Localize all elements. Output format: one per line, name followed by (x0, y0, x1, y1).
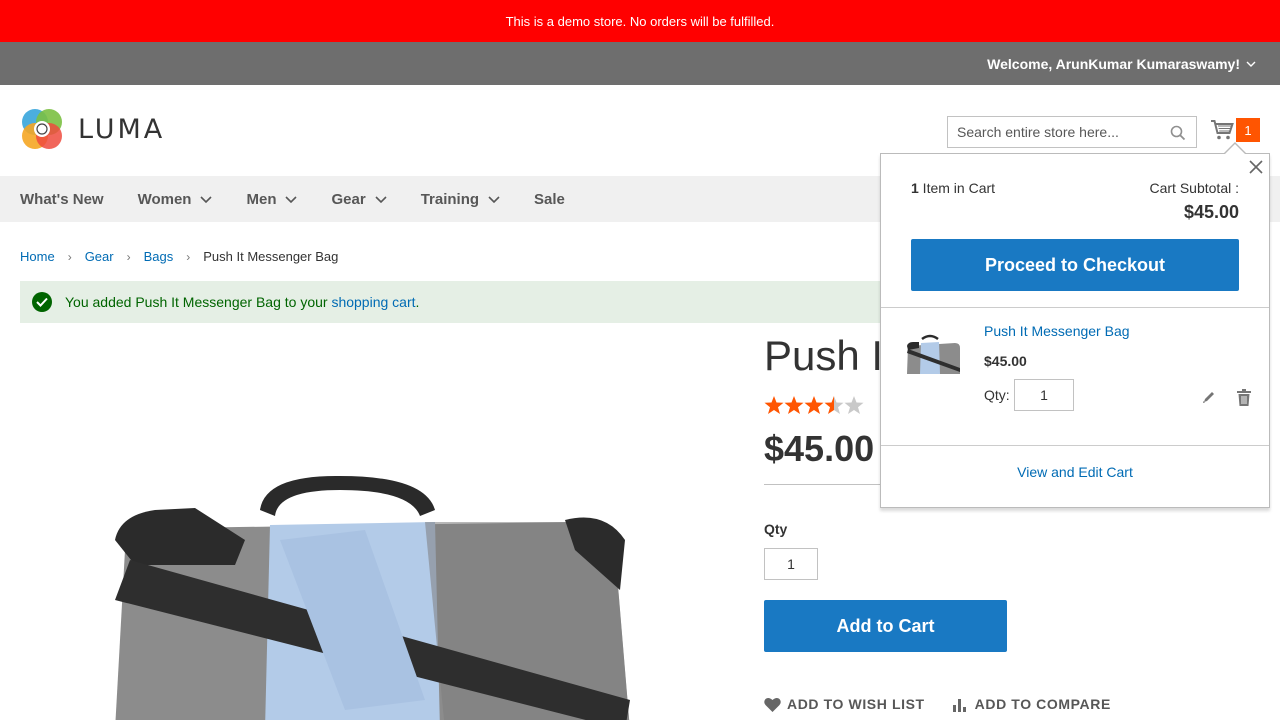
compare-icon (952, 698, 966, 712)
cart-item-qty-label: Qty: (984, 387, 1010, 403)
chevron-down-icon (375, 195, 387, 203)
message-end: . (415, 294, 420, 310)
subtotal-value: $45.00 (1183, 202, 1239, 222)
price-divider (764, 484, 884, 485)
chevron-right-icon: › (186, 249, 191, 264)
divider (881, 445, 1269, 446)
items-in-cart: 1 Item in Cart (911, 180, 995, 196)
cart-counter-badge: 1 (1236, 118, 1260, 142)
chevron-right-icon: › (126, 249, 131, 264)
divider (881, 307, 1269, 308)
trash-icon[interactable] (1237, 389, 1251, 411)
nav-item-label: What's New (20, 190, 104, 208)
success-message: You added Push It Messenger Bag to your … (20, 281, 1000, 323)
breadcrumb-gear[interactable]: Gear (85, 249, 114, 264)
nav-item-sale[interactable]: Sale (534, 191, 565, 208)
wishlist-label: ADD TO WISH LIST (787, 696, 925, 712)
rating-summary[interactable] (764, 396, 864, 414)
items-count: 1 (911, 180, 919, 196)
product-image[interactable] (95, 470, 655, 720)
nav-item-women[interactable]: Women (138, 191, 213, 208)
header-panel: Welcome, ArunKumar Kumaraswamy! (0, 42, 1280, 85)
heart-icon (764, 697, 781, 712)
product-price: $45.00 (764, 428, 875, 469)
star-icon (784, 396, 804, 414)
half-star-icon (824, 396, 844, 414)
demo-notice-text: This is a demo store. No orders will be … (505, 13, 775, 29)
minicart-dropdown: 1 Item in Cart Cart Subtotal : $45.00 Pr… (880, 142, 1270, 508)
breadcrumb-current: Push It Messenger Bag (203, 249, 339, 264)
nav-item-training[interactable]: Training (421, 191, 500, 208)
edit-icon[interactable] (1202, 390, 1216, 409)
breadcrumb-bags[interactable]: Bags (144, 249, 174, 264)
qty-input[interactable] (764, 548, 818, 580)
view-and-edit-cart-link[interactable]: View and Edit Cart (881, 464, 1269, 480)
search-input[interactable] (957, 124, 1162, 140)
cart-item-price: $45.00 (984, 353, 1027, 369)
search-icon[interactable] (1170, 125, 1186, 146)
nav-item-label: Men (246, 190, 277, 208)
luma-logo[interactable]: LUMA (20, 107, 165, 151)
star-icon (804, 396, 824, 414)
product-social-links: ADD TO WISH LIST ADD TO COMPARE (764, 696, 1139, 712)
subtotal-label: Cart Subtotal : (1149, 180, 1240, 196)
chevron-down-icon (285, 195, 298, 203)
nav-item-label: Training (420, 190, 480, 208)
add-to-cart-label: Add to Cart (836, 615, 935, 636)
close-icon[interactable] (1248, 159, 1264, 175)
breadcrumb: Home › Gear › Bags › Push It Messenger B… (20, 249, 338, 264)
add-to-cart-button[interactable]: Add to Cart (764, 600, 1007, 652)
add-to-wishlist-link[interactable]: ADD TO WISH LIST (764, 696, 925, 712)
cart-item-qty-input[interactable] (1014, 379, 1074, 411)
chevron-right-icon: › (67, 249, 72, 264)
chevron-down-icon (200, 195, 213, 203)
logo-wordmark: LUMA (78, 113, 166, 145)
page-title: Push It (764, 332, 895, 379)
cart-icon (1211, 120, 1234, 140)
checkout-label: Proceed to Checkout (984, 254, 1166, 275)
chevron-down-icon (1246, 59, 1256, 69)
proceed-to-checkout-button[interactable]: Proceed to Checkout (911, 239, 1239, 291)
nav-item-label: Gear (331, 190, 366, 208)
search-box (947, 116, 1197, 148)
items-count-label: Item in Cart (918, 180, 996, 196)
nav-item-men[interactable]: Men (246, 190, 298, 208)
customer-welcome[interactable]: Welcome, ArunKumar Kumaraswamy! (987, 56, 1256, 72)
star-icon (764, 396, 784, 414)
minicart-toggle[interactable]: 1 (1210, 118, 1260, 142)
demo-store-notice: This is a demo store. No orders will be … (0, 0, 1280, 42)
add-to-compare-link[interactable]: ADD TO COMPARE (952, 696, 1111, 712)
shopping-cart-link[interactable]: shopping cart (331, 294, 415, 310)
cart-item-name[interactable]: Push It Messenger Bag (984, 323, 1130, 339)
nav-item-label: Sale (534, 190, 565, 208)
dropdown-arrow-inner (1224, 144, 1246, 155)
chevron-down-icon (488, 195, 500, 203)
compare-label: ADD TO COMPARE (974, 696, 1111, 712)
cart-item-thumbnail[interactable] (905, 334, 961, 381)
nav-item-label: Women (137, 190, 192, 208)
nav-item-gear[interactable]: Gear (331, 190, 387, 208)
message-text: You added Push It Messenger Bag to your (65, 294, 328, 310)
nav-item-whats-new[interactable]: What's New (20, 191, 104, 208)
checkmark-icon (32, 292, 52, 312)
breadcrumb-home[interactable]: Home (20, 249, 55, 264)
qty-label: Qty (764, 521, 788, 537)
star-empty-icon (844, 396, 864, 414)
luma-logo-icon (22, 109, 62, 149)
welcome-text: Welcome, ArunKumar Kumaraswamy! (987, 55, 1240, 72)
